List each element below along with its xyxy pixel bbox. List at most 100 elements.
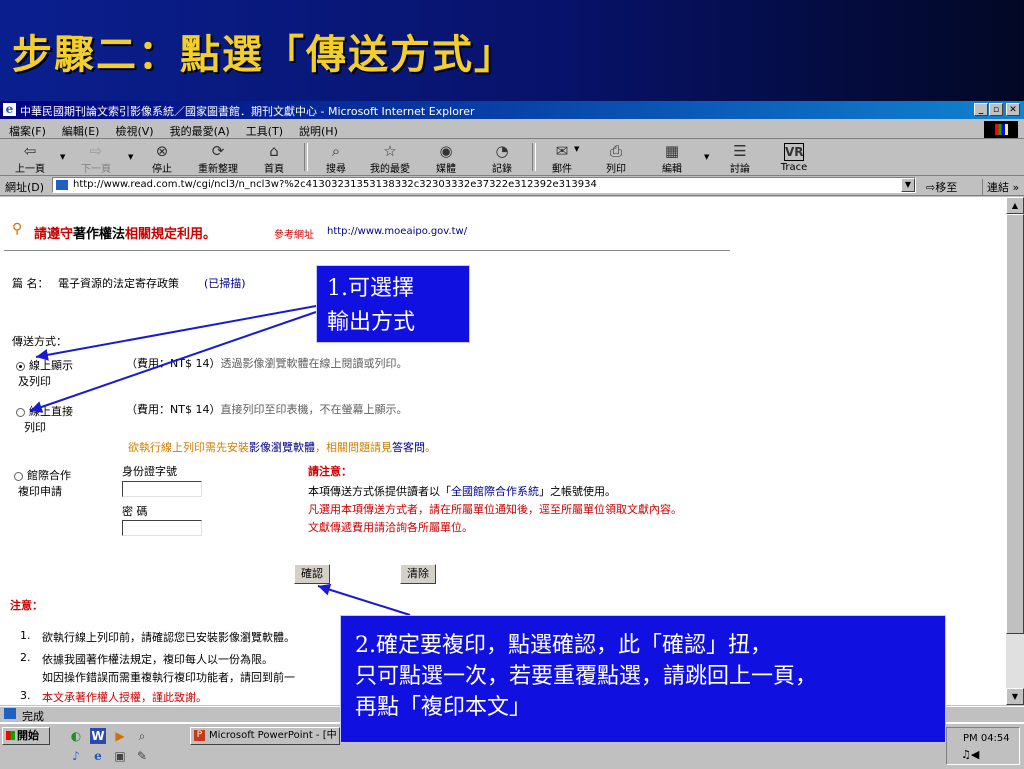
option-online-view-line2: 及列印	[18, 375, 51, 388]
media-player-icon[interactable]: ▶	[112, 728, 128, 744]
ill-system-link[interactable]: 全國館際合作系統	[451, 485, 539, 498]
option-direct-print-desc: （費用：NT$ 14）直接列印至印表機，不在螢幕上顯示。	[126, 403, 408, 416]
option-online-view[interactable]: 線上顯示	[16, 357, 73, 373]
stop-button[interactable]: ⊗ 停止	[136, 141, 188, 175]
search-button[interactable]: ⌕ 搜尋	[310, 141, 362, 175]
option-ill-copy[interactable]: 館際合作	[14, 467, 71, 483]
forward-button[interactable]: ⇨ 下一頁	[70, 141, 122, 175]
address-url[interactable]: http://www.read.com.tw/cgi/ncl3/n_ncl3w?…	[73, 179, 883, 190]
scanned-link[interactable]: (已掃描)	[204, 275, 246, 291]
slide-header: 步驟二：點選「傳送方式」	[0, 0, 1024, 101]
online-view-radio[interactable]	[16, 361, 25, 371]
ie-icon: e	[3, 103, 16, 116]
note-2-cont: 如因操作錯誤而需重複執行複印功能者，請回到前一	[42, 671, 295, 684]
history-icon: ◔	[495, 142, 509, 160]
option-direct-print-line2: 列印	[24, 421, 46, 434]
attention-label: 請注意：	[308, 465, 352, 478]
quicklaunch-icon[interactable]: ◐	[68, 728, 84, 744]
app-icon[interactable]: ♪	[68, 748, 84, 764]
minimize-button[interactable]: _	[974, 103, 988, 116]
password-label: 密 碼	[122, 505, 148, 518]
taskbar-powerpoint[interactable]: Microsoft PowerPoint - [中	[190, 727, 340, 745]
address-input[interactable]: http://www.read.com.tw/cgi/ncl3/n_ncl3w?…	[52, 177, 916, 193]
go-button[interactable]: ⇨移至	[926, 179, 957, 195]
menu-edit[interactable]: 編輯(E)	[53, 120, 107, 139]
vertical-scrollbar[interactable]: ▲ ▼	[1006, 197, 1024, 705]
callout-2-line-3: 再點「複印本文」	[355, 695, 532, 720]
direct-print-radio[interactable]	[16, 407, 25, 417]
back-dropdown-icon[interactable]: ▼	[60, 153, 65, 161]
scroll-up-icon[interactable]: ▲	[1006, 197, 1024, 214]
mail-icon: ✉	[555, 142, 569, 160]
trace-button[interactable]: VR Trace	[768, 141, 820, 173]
mail-button[interactable]: ✉ 郵件	[536, 141, 588, 175]
confirm-button[interactable]: 確認	[294, 564, 330, 584]
clock: PM 04:54	[963, 733, 1010, 744]
windows-logo-throbber	[984, 121, 1018, 138]
reference-link[interactable]: http://www.moeaipo.gov.tw/	[327, 226, 467, 237]
favorites-button[interactable]: ☆ 我的最愛	[364, 141, 416, 175]
status-text: 完成	[22, 710, 44, 723]
attention-line-1: 本項傳送方式係提供讀者以「全國館際合作系統」之帳號使用。	[308, 485, 616, 498]
mail-dropdown-icon[interactable]: ▼	[574, 145, 579, 153]
menu-help[interactable]: 說明(H)	[290, 120, 345, 139]
back-button[interactable]: ⇦ 上一頁	[4, 141, 56, 175]
home-button[interactable]: ⌂ 首頁	[248, 141, 300, 175]
media-button[interactable]: ◉ 媒體	[420, 141, 472, 175]
printer-icon: ⎙	[609, 142, 622, 160]
search-icon: ⌕	[331, 142, 341, 160]
address-dropdown-icon[interactable]: ▼	[901, 178, 915, 192]
copyright-notice: 請遵守著作權法相關規定利用。	[34, 227, 217, 242]
menu-file[interactable]: 檔案(F)	[0, 120, 53, 139]
info-icon: ⚲	[12, 221, 23, 237]
links-button[interactable]: 連結 »	[982, 179, 1019, 195]
option-direct-print[interactable]: 線上直接	[16, 403, 73, 419]
note-3: 3.	[20, 689, 31, 702]
option-ill-copy-line2: 複印申請	[18, 485, 62, 498]
start-button[interactable]: 開始	[2, 727, 50, 745]
clear-button[interactable]: 清除	[400, 564, 436, 584]
scroll-thumb[interactable]	[1006, 214, 1024, 634]
note-3-text: 本文承著作權人授權，謹此致謝。	[42, 691, 207, 704]
note-1-text: 欲執行線上列印前，請確認您已安裝影像瀏覽軟體。	[42, 631, 295, 644]
edit-button[interactable]: ▦ 編輯	[646, 141, 698, 175]
word-icon[interactable]: W	[90, 728, 106, 744]
callout-confirm-copy: 2.確定要複印，點選確認，此「確認」扭， 只可點選一次，若要重覆點選，請跳回上一…	[340, 615, 946, 743]
search-icon[interactable]: ⌕	[134, 728, 150, 744]
refresh-button[interactable]: ⟳ 重新整理	[192, 141, 244, 175]
favorites-folder-icon: ☆	[383, 142, 397, 160]
option-online-view-desc: （費用：NT$ 14）透過影像瀏覽軟體在線上閱讀或列印。	[126, 357, 408, 370]
viewer-software-link[interactable]: 影像瀏覽軟體	[249, 441, 315, 454]
password-input[interactable]	[122, 520, 202, 536]
note-2: 2.	[20, 651, 31, 664]
restore-button[interactable]: ▫	[989, 103, 1003, 116]
ie-icon[interactable]: e	[90, 748, 106, 764]
edit-dropdown-icon[interactable]: ▼	[704, 153, 709, 161]
notepad-icon[interactable]: ✎	[134, 748, 150, 764]
history-button[interactable]: ◔ 記錄	[476, 141, 528, 175]
delivery-label: 傳送方式：	[12, 335, 67, 348]
id-number-label: 身份證字號	[122, 465, 177, 478]
discuss-button[interactable]: ☰ 討論	[714, 141, 766, 175]
close-button[interactable]: ✕	[1006, 103, 1020, 116]
toolbar: ⇦ 上一頁 ▼ ⇨ 下一頁 ▼ ⊗ 停止 ⟳ 重新整理 ⌂ 首頁 ⌕ 搜尋 ☆ 我的最愛 ◉ 媒…	[0, 139, 1024, 176]
menu-view[interactable]: 檢視(V)	[106, 120, 160, 139]
volume-icon[interactable]: ♫◀	[961, 748, 979, 761]
toolbar-separator	[304, 143, 308, 171]
ill-copy-radio[interactable]	[14, 471, 23, 481]
slide-title: 步驟二：點選「傳送方式」	[12, 31, 516, 78]
attention-line-2: 凡選用本項傳送方式者，請在所屬單位通知後，逕至所屬單位領取文獻內容。	[308, 503, 682, 516]
window-title: 中華民國期刊論文索引影像系統／國家圖書館．期刊文獻中心 - Microsoft …	[20, 105, 475, 118]
scroll-down-icon[interactable]: ▼	[1006, 688, 1024, 705]
faq-link[interactable]: 答客問	[392, 441, 425, 454]
attention-line-3: 文獻傳遞費用請洽詢各所屬單位。	[308, 521, 473, 534]
print-button[interactable]: ⎙ 列印	[590, 141, 642, 175]
forward-dropdown-icon[interactable]: ▼	[128, 153, 133, 161]
menu-favorites[interactable]: 我的最愛(A)	[161, 120, 237, 139]
article-label: 篇 名：	[12, 277, 49, 290]
menu-tools[interactable]: 工具(T)	[237, 120, 290, 139]
trace-vr-icon: VR	[784, 143, 804, 161]
id-number-input[interactable]	[122, 481, 202, 497]
forward-arrow-icon: ⇨	[89, 142, 103, 160]
desktop-icon[interactable]: ▣	[112, 748, 128, 764]
